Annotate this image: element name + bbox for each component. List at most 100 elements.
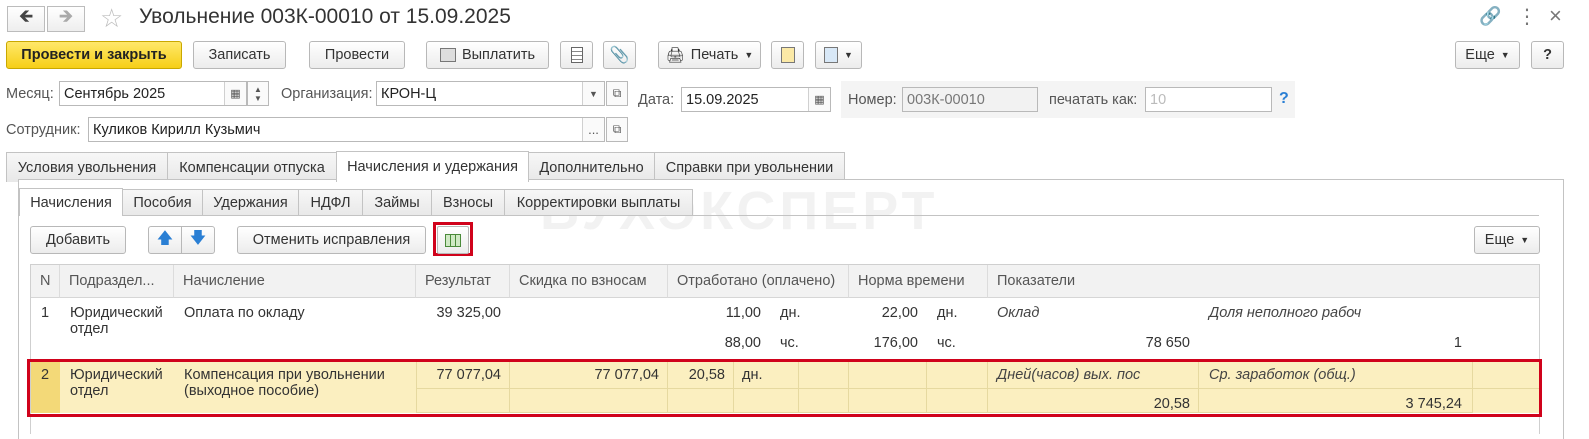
step-down-icon: ▼ (254, 93, 262, 103)
print-as-label: печатать как: (1049, 92, 1138, 108)
date-field[interactable]: 15.09.2025 ▦ (681, 87, 831, 112)
grid-more-button[interactable]: Еще ▼ (1474, 226, 1540, 254)
dropdown-arrow-icon: ▼ (1520, 235, 1530, 245)
open-window-icon: ⧉ (612, 86, 622, 100)
subtab-divider (19, 215, 1539, 216)
help-button[interactable]: ? (1531, 41, 1564, 69)
printer-icon: 🖨 (665, 47, 685, 64)
row-worked-unit: дн. (780, 305, 801, 321)
back-button[interactable]: 🡸 (7, 6, 45, 32)
tab-vacation-compensation[interactable]: Компенсации отпуска (167, 152, 337, 182)
row-indicator-name: Оклад (997, 305, 1040, 321)
column-header-worked[interactable]: Отработано (оплачено) (668, 265, 849, 298)
tab-dismissal-conditions[interactable]: Условия увольнения (6, 152, 168, 182)
pay-icon (439, 48, 456, 62)
row-norm-unit: дн. (937, 305, 958, 321)
add-column-button[interactable] (437, 226, 469, 254)
table-add-icon (445, 233, 461, 247)
column-header-discount[interactable]: Скидка по взносам (510, 265, 668, 298)
subtab-loans[interactable]: Займы (362, 189, 432, 216)
post-and-close-button[interactable]: Провести и закрыть (6, 41, 182, 69)
row-norm: 22,00 (881, 305, 918, 321)
subtab-benefits[interactable]: Пособия (122, 189, 203, 216)
row-worked: 11,00 (725, 305, 761, 321)
tab-additional[interactable]: Дополнительно (528, 152, 655, 182)
subtab-contributions[interactable]: Взносы (431, 189, 505, 216)
organization-open-button[interactable]: ⧉ (606, 81, 628, 106)
organization-field[interactable]: КРОН-Ц ▼ (376, 81, 605, 106)
number-field[interactable]: 003К-00010 (902, 87, 1038, 112)
pay-button[interactable]: Выплатить (426, 41, 549, 69)
step-up-icon: ▲ (254, 84, 262, 94)
attach-button[interactable]: 📎 (603, 41, 636, 69)
paperclip-icon: 📎 (609, 47, 630, 64)
favorite-star-icon[interactable]: ☆ (100, 3, 123, 34)
column-header-department[interactable]: Подраздел... (60, 265, 174, 298)
close-icon[interactable]: × (1549, 3, 1562, 29)
organization-dropdown[interactable]: ▼ (582, 82, 604, 105)
row-worked-unit: чс. (780, 335, 799, 351)
subtab-deductions[interactable]: Удержания (202, 189, 299, 216)
tab-accruals-deductions[interactable]: Начисления и удержания (336, 151, 529, 182)
row-indicator-value: 1 (1453, 335, 1462, 351)
row-indicator-name: Доля неполного рабоч (1209, 305, 1362, 321)
dropdown-arrow-icon: ▼ (1500, 50, 1510, 60)
print-as-field[interactable]: 10 (1145, 87, 1272, 112)
arrow-up-icon: 🡅 (156, 229, 174, 247)
row-result: 39 325,00 (436, 305, 501, 321)
date-calendar-button[interactable]: ▦ (808, 88, 830, 111)
calendar-button[interactable]: ▦ (224, 82, 246, 105)
add-button[interactable]: Добавить (30, 226, 126, 254)
move-down-button[interactable]: 🡇 (181, 226, 215, 254)
column-header-norm[interactable]: Норма времени (849, 265, 988, 298)
row-department: отдел (70, 321, 109, 337)
post-button[interactable]: Провести (309, 41, 405, 69)
subtab-payment-corrections[interactable]: Корректировки выплаты (504, 189, 693, 216)
employee-label: Сотрудник: (6, 122, 81, 138)
employee-field[interactable]: Куликов Кирилл Кузьмич ... (88, 117, 605, 142)
cancel-corrections-button[interactable]: Отменить исправления (237, 226, 426, 254)
save-button[interactable]: Записать (193, 41, 286, 69)
month-label: Месяц: (6, 86, 54, 102)
arrow-down-icon: 🡇 (189, 229, 207, 247)
forward-button[interactable]: 🡺 (47, 6, 85, 32)
window-title: Увольнение 003К-00010 от 15.09.2025 (139, 5, 511, 28)
row-indicator-value: 78 650 (1145, 335, 1190, 351)
row-number: 1 (41, 305, 50, 321)
move-up-button[interactable]: 🡅 (148, 226, 182, 254)
row-worked: 88,00 (724, 335, 761, 351)
month-field[interactable]: Сентябрь 2025 ▦ (59, 81, 247, 106)
subtab-accruals[interactable]: Начисления (19, 188, 123, 216)
document-arrow-icon (824, 47, 839, 63)
print-button[interactable]: 🖨 Печать ▼ (658, 41, 761, 69)
help-link[interactable]: ? (1279, 90, 1289, 108)
more-vertical-icon[interactable]: ⋮ (1517, 4, 1537, 29)
subtab-ndfl[interactable]: НДФЛ (298, 189, 363, 216)
tab-dismissal-certificates[interactable]: Справки при увольнении (654, 152, 845, 182)
dropdown-arrow-icon: ▼ (844, 50, 853, 60)
column-header-result[interactable]: Результат (416, 265, 510, 298)
dropdown-arrow-icon: ▼ (744, 50, 754, 60)
create-based-on-button[interactable]: ▼ (815, 41, 862, 69)
list-button[interactable] (560, 41, 593, 69)
report-button[interactable] (771, 41, 804, 69)
link-icon[interactable]: 🔗 (1479, 6, 1501, 27)
month-stepper[interactable]: ▲ ▼ (247, 81, 269, 106)
row-norm: 176,00 (873, 335, 918, 351)
row-norm-unit: чс. (937, 335, 956, 351)
employee-open-button[interactable]: ⧉ (606, 117, 628, 142)
employee-select-button[interactable]: ... (582, 118, 604, 141)
selected-row-highlight (27, 359, 1542, 417)
more-button[interactable]: Еще ▼ (1455, 41, 1520, 69)
column-header-n[interactable]: N (31, 265, 60, 298)
calendar-icon: ▦ (230, 88, 241, 100)
open-window-icon: ⧉ (612, 122, 622, 136)
date-label: Дата: (638, 92, 675, 108)
column-header-accrual[interactable]: Начисление (174, 265, 416, 298)
row-accrual: Оплата по окладу (184, 305, 305, 321)
calendar-icon: ▦ (814, 94, 825, 106)
list-icon (570, 47, 583, 63)
arrow-left-icon: 🡸 (18, 6, 34, 26)
column-header-indicators[interactable]: Показатели (988, 265, 1539, 298)
arrow-right-icon: 🡺 (58, 6, 74, 26)
